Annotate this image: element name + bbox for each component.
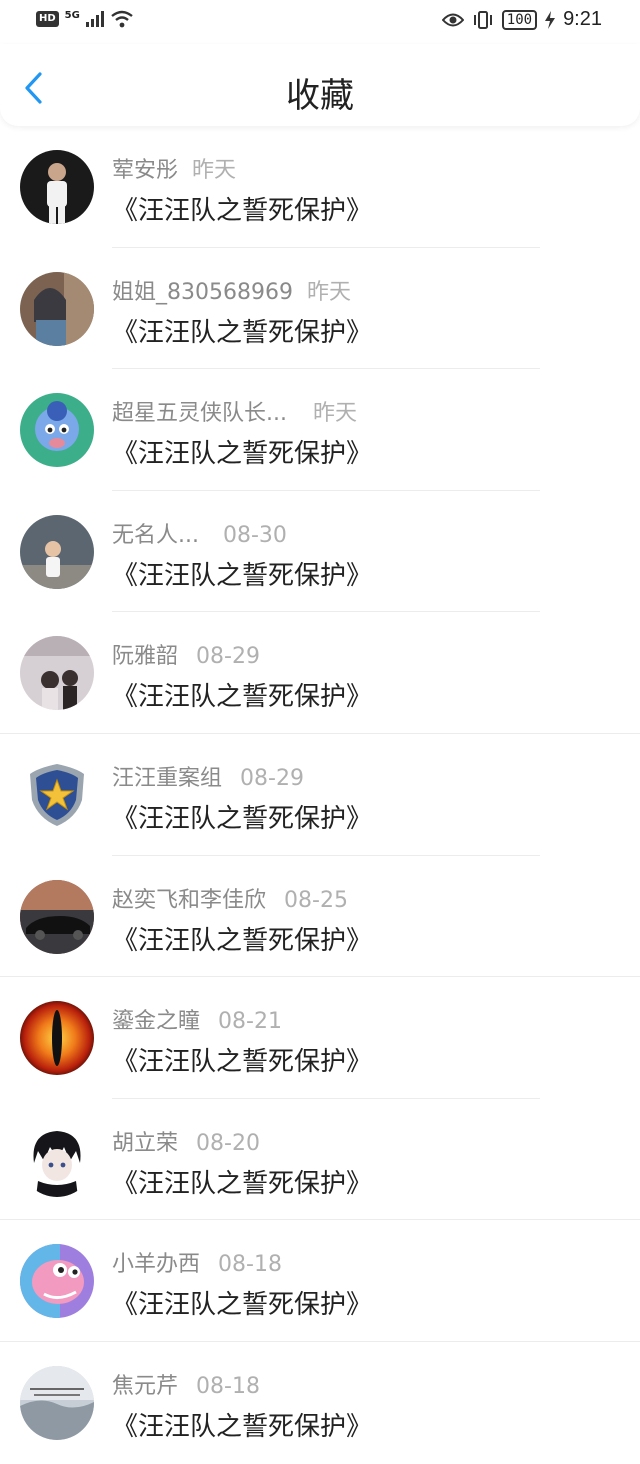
network-label: 5G — [64, 9, 80, 21]
battery-icon: 100 — [501, 9, 538, 30]
user-name: 鎏金之瞳 — [112, 1009, 201, 1035]
timestamp: 08-25 — [284, 887, 348, 913]
avatar[interactable] — [20, 1244, 94, 1319]
charging-icon — [545, 10, 556, 29]
wifi-icon — [111, 10, 133, 28]
eye-icon — [441, 13, 464, 26]
clock: 9:21 — [563, 8, 602, 30]
timestamp: 昨天 — [306, 279, 351, 305]
hd-icon: HD — [36, 11, 59, 27]
user-name: 阮雅韶 — [112, 644, 179, 670]
avatar[interactable] — [20, 636, 94, 711]
favorites-list: 荤安彤 昨天 《汪汪队之誓死保护》 姐姐_830568969 昨天 《汪汪队之誓死保… — [0, 126, 640, 1464]
timestamp: 08-29 — [196, 644, 260, 670]
list-item[interactable]: 赵奕飞和李佳欣 08-25 《汪汪队之誓死保护》 — [0, 856, 640, 978]
user-name: 汪汪重案组 — [112, 765, 223, 791]
avatar[interactable] — [20, 150, 94, 224]
user-name: 焦元芹 — [112, 1373, 179, 1399]
avatar[interactable] — [20, 1001, 94, 1076]
user-name: 荤安彤 — [112, 158, 179, 183]
item-title: 《汪汪队之誓死保护》 — [112, 317, 373, 348]
timestamp: 08-21 — [218, 1009, 282, 1035]
item-title: 《汪汪队之誓死保护》 — [112, 682, 373, 713]
timestamp: 08-30 — [222, 522, 287, 548]
timestamp: 昨天 — [312, 401, 357, 427]
avatar[interactable] — [20, 1365, 94, 1440]
user-name: 姐姐_830568969 — [112, 279, 293, 305]
user-name: 小羊办西 — [112, 1252, 201, 1278]
item-title: 《汪汪队之誓死保护》 — [112, 1411, 373, 1442]
avatar[interactable] — [20, 879, 94, 954]
item-title: 《汪汪队之誓死保护》 — [112, 439, 373, 470]
user-name: 胡立荣 — [112, 1130, 179, 1156]
timestamp: 08-20 — [196, 1130, 260, 1156]
user-name: 赵奕飞和李佳欣 — [112, 887, 267, 913]
item-title: 《汪汪队之誓死保护》 — [112, 196, 373, 226]
list-item[interactable]: 鎏金之瞳 08-21 《汪汪队之誓死保护》 — [0, 977, 640, 1099]
item-title: 《汪汪队之誓死保护》 — [112, 925, 373, 956]
item-title: 《汪汪队之誓死保护》 — [112, 803, 373, 834]
timestamp: 08-29 — [240, 765, 304, 791]
timestamp: 昨天 — [192, 158, 237, 183]
status-bar: HD 5G 100 9:21 — [0, 0, 640, 44]
user-name: 无名人... — [112, 522, 199, 548]
list-item[interactable]: 姐姐_830568969 昨天 《汪汪队之誓死保护》 — [0, 248, 640, 370]
avatar[interactable] — [20, 271, 94, 346]
list-item[interactable]: 荤安彤 昨天 《汪汪队之誓死保护》 — [0, 126, 640, 248]
vibrate-icon — [473, 10, 492, 29]
timestamp: 08-18 — [196, 1373, 260, 1399]
list-item[interactable]: 焦元芹 08-18 《汪汪队之誓死保护》 — [0, 1342, 640, 1464]
item-title: 《汪汪队之誓死保护》 — [112, 1047, 373, 1078]
item-title: 《汪汪队之誓死保护》 — [112, 560, 373, 591]
avatar[interactable] — [20, 757, 94, 832]
avatar[interactable] — [20, 1122, 94, 1197]
user-name: 超星五灵侠队长... — [112, 401, 287, 427]
list-item[interactable]: 阮雅韶 08-29 《汪汪队之誓死保护》 — [0, 612, 640, 734]
app-bar: 收藏 — [0, 44, 640, 126]
timestamp: 08-18 — [218, 1252, 282, 1278]
list-item[interactable]: 胡立荣 08-20 《汪汪队之誓死保护》 — [0, 1099, 640, 1221]
signal-icon — [85, 11, 104, 27]
avatar[interactable] — [20, 393, 94, 468]
item-title: 《汪汪队之誓死保护》 — [112, 1290, 373, 1321]
list-item[interactable]: 超星五灵侠队长... 昨天 《汪汪队之誓死保护》 — [0, 369, 640, 491]
list-item[interactable]: 无名人... 08-30 《汪汪队之誓死保护》 — [0, 491, 640, 613]
avatar[interactable] — [20, 514, 94, 589]
list-item[interactable]: 汪汪重案组 08-29 《汪汪队之誓死保护》 — [0, 734, 640, 856]
item-title: 《汪汪队之誓死保护》 — [112, 1168, 373, 1199]
list-item[interactable]: 小羊办西 08-18 《汪汪队之誓死保护》 — [0, 1220, 640, 1342]
page-title: 收藏 — [286, 76, 354, 116]
